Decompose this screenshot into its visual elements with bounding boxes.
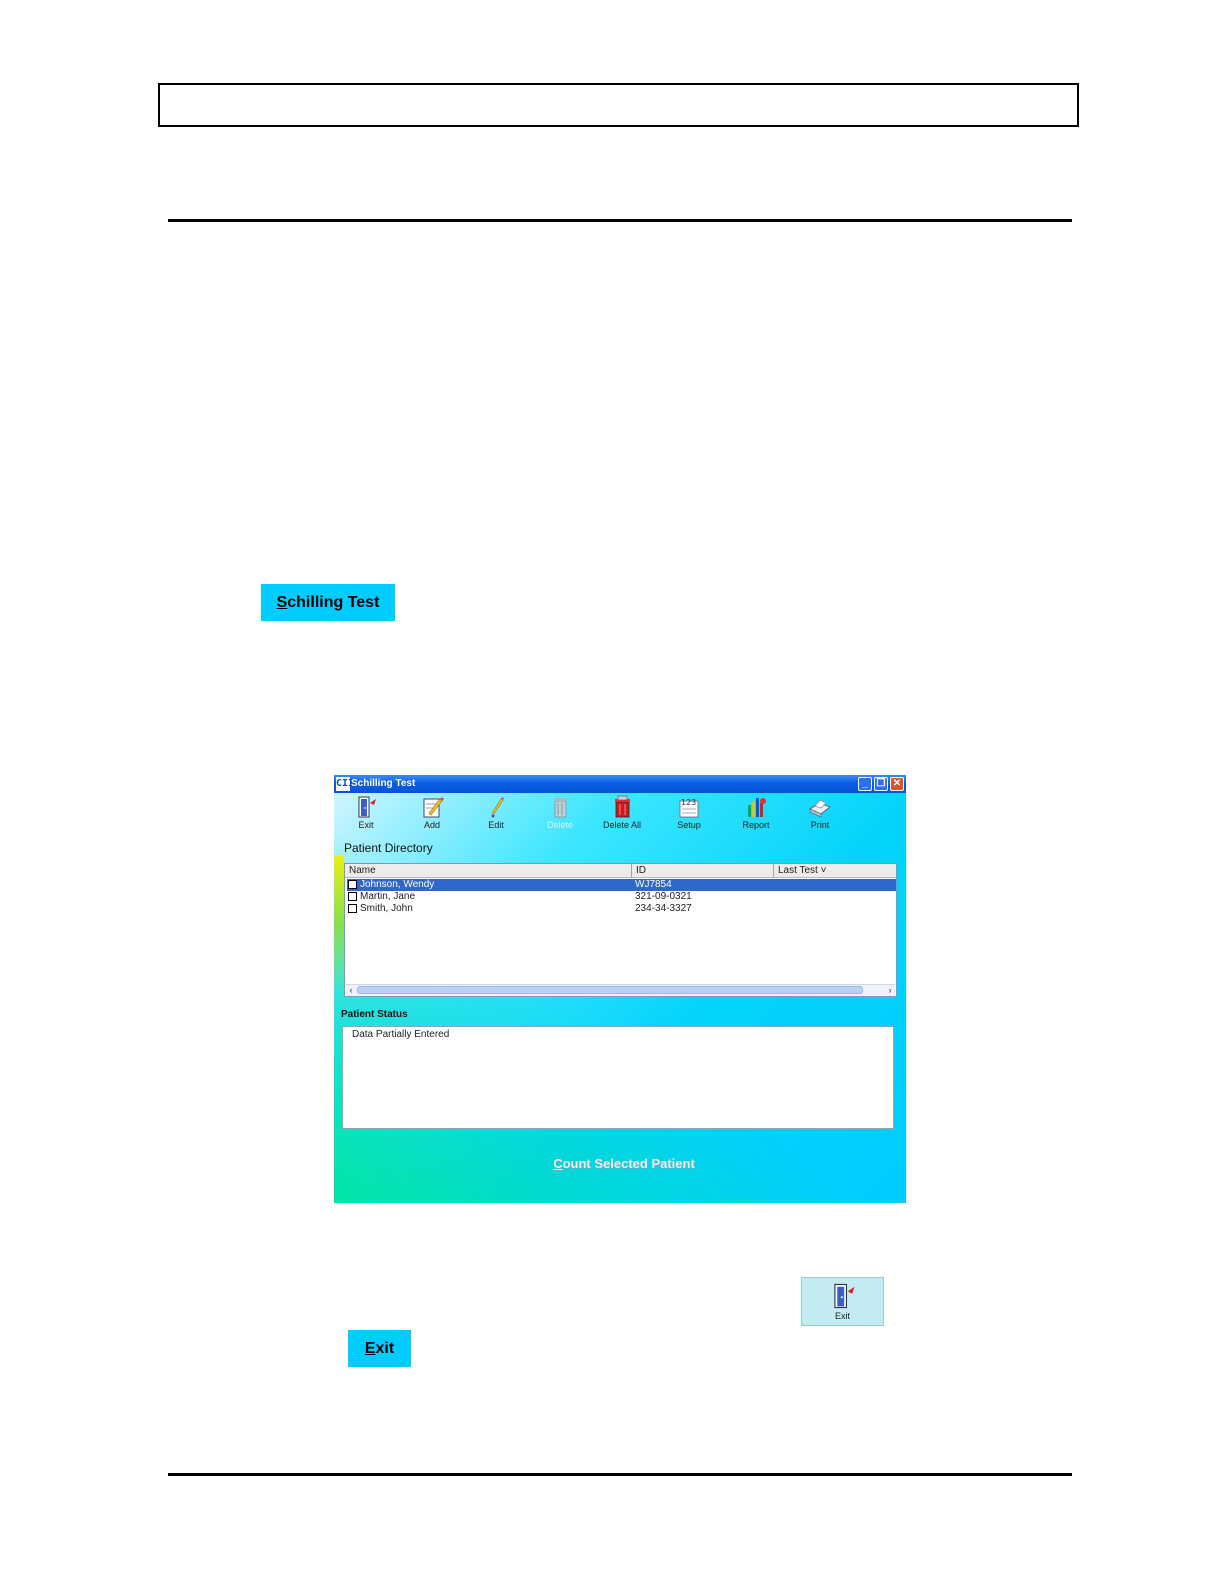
- toolbar-add-label: Add: [423, 820, 440, 830]
- app-logo-icon: CII: [336, 777, 355, 791]
- toolbar-print-label: Print: [810, 820, 830, 830]
- patient-row-checkbox[interactable]: [348, 892, 357, 901]
- toolbar-edit-button[interactable]: Edit: [466, 795, 526, 833]
- window-title: Schilling Test: [351, 778, 416, 789]
- exit-door-icon: [358, 796, 376, 818]
- window-background-accent: [334, 855, 344, 995]
- window-titlebar[interactable]: CII Schilling Test _ ❐ ✕: [334, 775, 906, 793]
- patient-name: Johnson, Wendy: [360, 879, 435, 890]
- patient-directory-label: Patient Directory: [344, 841, 433, 855]
- exit-icon-button[interactable]: Exit: [801, 1277, 884, 1326]
- minimize-button[interactable]: _: [858, 777, 872, 791]
- toolbar-delete-label: Delete: [546, 820, 573, 830]
- patient-row[interactable]: Johnson, Wendy WJ7854: [347, 879, 896, 891]
- schilling-test-button[interactable]: Schilling Test: [261, 584, 395, 621]
- exit-button-hotkey: E: [364, 1339, 376, 1357]
- setup-icon: 123: [679, 798, 699, 818]
- toolbar-setup-button[interactable]: 123 Setup: [659, 795, 719, 833]
- patient-status-text: Data Partially Entered: [352, 1029, 450, 1040]
- bottom-rule: [168, 1473, 1072, 1476]
- schilling-test-window: CII Schilling Test _ ❐ ✕ Exit Add Edit D…: [334, 775, 906, 1203]
- patient-name: Smith, John: [360, 903, 413, 914]
- patient-row[interactable]: Martin, Jane 321-09-0321: [347, 891, 896, 903]
- svg-text:123: 123: [681, 798, 696, 807]
- header-box: [158, 83, 1079, 127]
- patient-list[interactable]: Name ID Last Test ˅ Johnson, Wendy WJ785…: [344, 863, 897, 997]
- exit-button-label: xit: [375, 1339, 395, 1357]
- scroll-right-icon[interactable]: ›: [885, 985, 895, 996]
- patient-id: 234-34-3327: [635, 903, 692, 914]
- toolbar-exit-button[interactable]: Exit: [336, 795, 396, 833]
- patient-row-checkbox[interactable]: [348, 904, 357, 913]
- count-button-hotkey: C: [553, 1156, 563, 1171]
- restore-button[interactable]: ❐: [874, 777, 888, 791]
- delete-trash-icon: [554, 798, 567, 818]
- column-header-id[interactable]: ID: [632, 864, 774, 878]
- patient-id: 321-09-0321: [635, 891, 692, 902]
- exit-button[interactable]: Exit: [348, 1330, 411, 1367]
- column-header-last-test[interactable]: Last Test ˅: [774, 864, 896, 878]
- toolbar-delete-all-button[interactable]: Delete All: [592, 795, 652, 833]
- column-header-name[interactable]: Name: [345, 864, 632, 878]
- toolbar-report-button[interactable]: Report: [726, 795, 786, 833]
- exit-door-icon: [833, 1283, 855, 1309]
- schilling-test-button-label: chilling Test: [287, 593, 380, 611]
- toolbar-delete-button[interactable]: Delete: [530, 795, 590, 833]
- patient-status-label: Patient Status: [341, 1009, 408, 1020]
- toolbar-edit-label: Edit: [488, 820, 504, 830]
- patient-id: WJ7854: [635, 879, 672, 890]
- toolbar-setup-label: Setup: [677, 820, 701, 830]
- toolbar-add-button[interactable]: Add: [402, 795, 462, 833]
- toolbar-delete-all-label: Delete All: [602, 820, 642, 830]
- print-icon: [809, 799, 831, 818]
- top-rule: [168, 219, 1072, 222]
- patient-name: Martin, Jane: [360, 891, 416, 902]
- count-selected-patient-button[interactable]: Count Selected Patient: [544, 1156, 704, 1171]
- patient-status-box: Data Partially Entered: [342, 1026, 894, 1129]
- schilling-test-button-hotkey: S: [276, 593, 288, 611]
- delete-all-trash-icon: [615, 795, 630, 818]
- patient-row[interactable]: Smith, John 234-34-3327: [347, 903, 896, 915]
- patient-row-checkbox[interactable]: [348, 880, 357, 889]
- add-pencil-icon: [423, 797, 444, 818]
- toolbar-exit-label: Exit: [358, 820, 374, 830]
- scroll-left-icon[interactable]: ‹: [346, 985, 356, 996]
- count-button-label: ount Selected Patient: [562, 1156, 695, 1171]
- toolbar-print-button[interactable]: Print: [790, 795, 850, 833]
- scrollbar-thumb[interactable]: [357, 986, 863, 994]
- toolbar-report-label: Report: [742, 820, 770, 830]
- edit-pencil-icon: [491, 797, 504, 818]
- report-chart-icon: [748, 798, 766, 817]
- exit-icon-button-label: Exit: [834, 1311, 850, 1321]
- close-button[interactable]: ✕: [890, 777, 904, 791]
- horizontal-scrollbar[interactable]: ‹ ›: [346, 984, 895, 996]
